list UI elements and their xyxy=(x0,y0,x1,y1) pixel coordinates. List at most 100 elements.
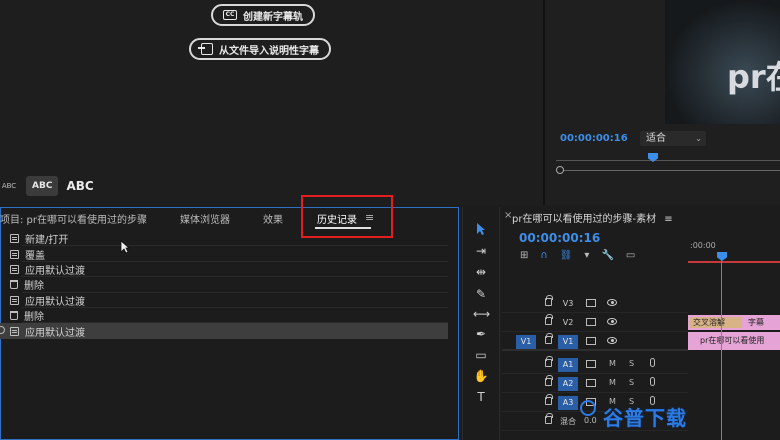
list-item[interactable]: 覆盖 xyxy=(0,246,448,262)
history-item-label: 应用默认过渡 xyxy=(25,296,85,308)
create-caption-track-button[interactable]: CC 创建新字幕轨 xyxy=(211,4,315,26)
sync-lock-icon[interactable] xyxy=(586,299,596,307)
mute-button[interactable]: M xyxy=(609,359,616,368)
track-name-v2[interactable]: V2 xyxy=(558,316,578,330)
text-size-toggles: ABC ABC ABC xyxy=(0,176,94,196)
sequence-title: pr在哪可以看使用过的步骤-素材 xyxy=(512,214,657,225)
clip-v1[interactable]: pr在哪可以看使用 xyxy=(688,332,780,350)
lock-icon[interactable] xyxy=(545,333,553,344)
chevron-down-icon: ⌄ xyxy=(695,134,702,143)
lock-icon[interactable] xyxy=(545,356,553,367)
timeline-timecode[interactable]: 00:00:00:16 xyxy=(519,231,600,245)
eye-icon[interactable] xyxy=(607,299,617,306)
linked-selection-icon[interactable]: ⛓ xyxy=(560,250,573,261)
captions-toggle-icon[interactable]: ▭ xyxy=(626,250,635,261)
list-item[interactable]: 应用默认过渡 xyxy=(0,262,448,278)
zoom-fit-select[interactable]: 适合 ⌄ xyxy=(640,131,706,146)
track-v3: V3 xyxy=(502,294,688,313)
tools-panel xyxy=(462,207,500,440)
eye-icon[interactable] xyxy=(607,318,617,325)
slip-tool-icon[interactable]: ⟷ xyxy=(473,306,490,322)
solo-button[interactable]: S xyxy=(629,359,634,368)
mix-volume-value[interactable]: 0.0 xyxy=(584,416,597,425)
video-preview-text: pr在 xyxy=(727,58,780,96)
lock-icon[interactable] xyxy=(545,314,553,325)
monitor-scroll-handle[interactable] xyxy=(556,166,564,174)
track-name-a3[interactable]: A3 xyxy=(558,396,578,410)
sync-lock-icon[interactable] xyxy=(586,337,596,345)
list-icon xyxy=(10,295,19,305)
tab-project[interactable]: 项目: pr在哪可以看使用过的步骤 xyxy=(0,211,147,226)
mute-button[interactable]: M xyxy=(609,378,616,387)
pen-tool-icon[interactable]: ✒ xyxy=(473,326,489,342)
text-size-small-button[interactable]: ABC xyxy=(0,182,18,190)
create-caption-track-label: 创建新字幕轨 xyxy=(243,11,303,23)
import-captions-button[interactable]: 从文件导入说明性字幕 xyxy=(189,38,331,60)
marker-icon[interactable]: ▾ xyxy=(584,250,589,261)
track-name-a1[interactable]: A1 xyxy=(558,358,578,372)
track-v2: V2 xyxy=(502,313,688,332)
track-name-a2[interactable]: A2 xyxy=(558,377,578,391)
eye-icon[interactable] xyxy=(607,337,617,344)
track-a1: A1 M S xyxy=(502,355,688,374)
lock-icon[interactable] xyxy=(545,413,553,424)
microphone-icon[interactable] xyxy=(650,358,655,367)
tab-effects[interactable]: 效果 xyxy=(263,211,283,226)
microphone-icon[interactable] xyxy=(650,377,655,386)
cc-icon: CC xyxy=(223,10,237,20)
track-name-mix[interactable]: 混合 xyxy=(558,415,578,429)
list-item[interactable]: 删除 xyxy=(0,308,448,324)
list-item-selected[interactable]: 应用默认过渡 xyxy=(0,323,448,339)
track-name-v1[interactable]: V1 xyxy=(558,335,578,349)
razor-tool-icon[interactable]: ✎ xyxy=(473,286,489,302)
history-item-label: 覆盖 xyxy=(25,250,45,262)
sequence-menu-icon[interactable]: ≡ xyxy=(664,214,672,225)
hand-tool-icon[interactable]: ✋ xyxy=(473,368,489,384)
nest-icon[interactable]: ⊞ xyxy=(520,250,528,261)
video-preview: pr在 xyxy=(665,0,780,124)
lock-icon[interactable] xyxy=(545,295,553,306)
history-item-label: 新建/打开 xyxy=(25,235,69,247)
timeline-playhead[interactable] xyxy=(721,260,722,440)
work-area-bar[interactable] xyxy=(688,261,780,263)
monitor-scrollbar[interactable] xyxy=(556,170,780,171)
lock-icon[interactable] xyxy=(545,394,553,405)
monitor-timecode[interactable]: 00:00:00:16 xyxy=(560,133,628,144)
history-item-label: 应用默认过渡 xyxy=(25,265,85,277)
text-size-medium-button[interactable]: ABC xyxy=(26,176,59,196)
track-select-tool-icon[interactable]: ⇥ xyxy=(473,243,489,259)
history-item-label: 删除 xyxy=(24,312,44,324)
sync-lock-icon[interactable] xyxy=(586,379,596,387)
import-captions-label: 从文件导入说明性字幕 xyxy=(219,45,319,57)
selection-tool-icon[interactable] xyxy=(473,222,489,238)
sync-lock-icon[interactable] xyxy=(586,318,596,326)
transition-clip[interactable]: 交叉溶解 xyxy=(690,317,742,328)
lock-icon[interactable] xyxy=(545,375,553,386)
list-icon xyxy=(10,326,19,336)
list-item[interactable]: 删除 xyxy=(0,277,448,293)
ripple-edit-tool-icon[interactable]: ⇹ xyxy=(473,264,489,280)
type-tool-icon[interactable]: T xyxy=(473,389,489,405)
import-icon xyxy=(198,43,213,55)
list-icon xyxy=(10,249,19,259)
monitor-ruler[interactable] xyxy=(556,160,780,161)
watermark-text: 谷普下载 xyxy=(603,406,687,430)
ruler-start-label: :00:00 xyxy=(690,241,716,250)
list-icon xyxy=(10,234,19,244)
sync-lock-icon[interactable] xyxy=(586,360,596,368)
captions-panel xyxy=(0,0,545,205)
solo-button[interactable]: S xyxy=(629,378,634,387)
track-a2: A2 M S xyxy=(502,374,688,393)
tab-media-browser[interactable]: 媒体浏览器 xyxy=(180,211,230,226)
wrench-icon[interactable]: 🔧 xyxy=(601,250,613,261)
text-size-large-button[interactable]: ABC xyxy=(66,179,93,193)
list-item[interactable]: 应用默认过渡 xyxy=(0,293,448,308)
source-patch-v1[interactable]: V1 xyxy=(516,335,536,349)
list-item[interactable]: 新建/打开 xyxy=(0,231,448,247)
trash-icon xyxy=(10,311,18,321)
sequence-tab[interactable]: pr在哪可以看使用过的步骤-素材 ≡ xyxy=(512,210,673,225)
track-name-v3[interactable]: V3 xyxy=(558,297,578,311)
clip-v1-name: pr在哪可以看使用 xyxy=(700,336,765,345)
rectangle-tool-icon[interactable]: ▭ xyxy=(473,347,489,363)
snap-icon[interactable]: ∩ xyxy=(540,250,547,261)
